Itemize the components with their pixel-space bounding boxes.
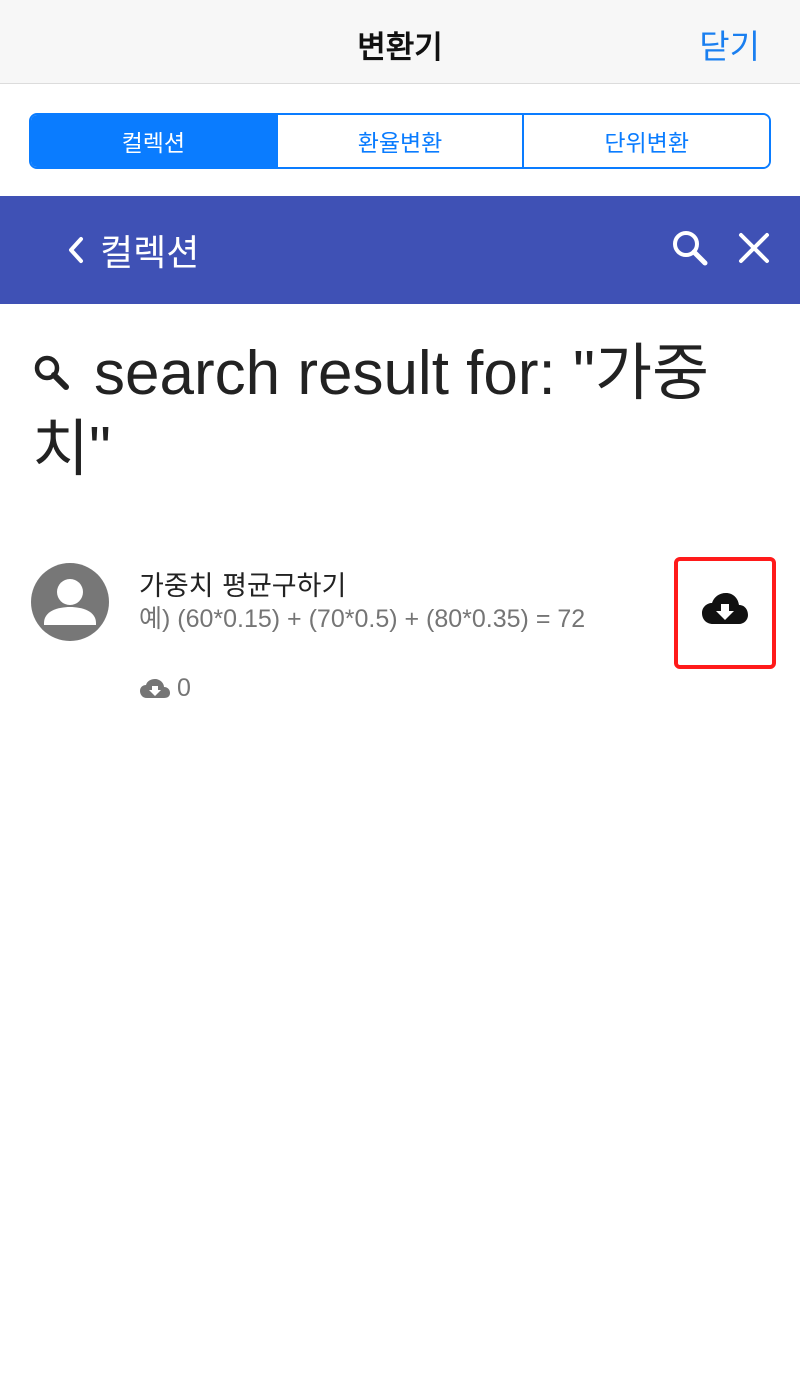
- download-count-value: 0: [177, 674, 191, 702]
- search-icon: [32, 335, 72, 411]
- segmented-control: 컬렉션 환율변환 단위변환: [29, 113, 771, 169]
- download-count: 0: [139, 674, 191, 703]
- segment-currency-conversion[interactable]: 환율변환: [277, 115, 525, 167]
- search-heading-text: search result for: "가중치": [32, 339, 710, 484]
- person-avatar-icon: [31, 563, 109, 641]
- search-result-heading: search result for: "가중치": [32, 336, 772, 488]
- search-icon: [673, 231, 708, 266]
- segment-unit-conversion[interactable]: 단위변환: [524, 115, 769, 167]
- item-title: 가중치 평균구하기: [139, 571, 347, 602]
- item-description: 예) (60*0.15) + (70*0.5) + (80*0.35) = 72: [139, 605, 586, 633]
- top-nav-bar: 변환기 닫기: [0, 0, 800, 84]
- app-bar-title: 컬렉션: [100, 233, 200, 274]
- nav-title: 변환기: [357, 30, 443, 66]
- segment-collection[interactable]: 컬렉션: [31, 115, 278, 167]
- cloud-download-icon: [702, 593, 748, 624]
- close-button[interactable]: 닫기: [699, 20, 760, 68]
- back-button[interactable]: [56, 230, 96, 270]
- app-bar: 컬렉션: [0, 196, 800, 304]
- close-icon: [739, 233, 769, 263]
- cloud-download-icon: [140, 678, 170, 698]
- chevron-left-icon: [69, 237, 83, 263]
- download-button[interactable]: [674, 557, 776, 669]
- clear-button[interactable]: [730, 224, 778, 272]
- search-button[interactable]: [666, 224, 714, 272]
- list-item[interactable]: 가중치 평균구하기 예) (60*0.15) + (70*0.5) + (80*…: [0, 556, 800, 716]
